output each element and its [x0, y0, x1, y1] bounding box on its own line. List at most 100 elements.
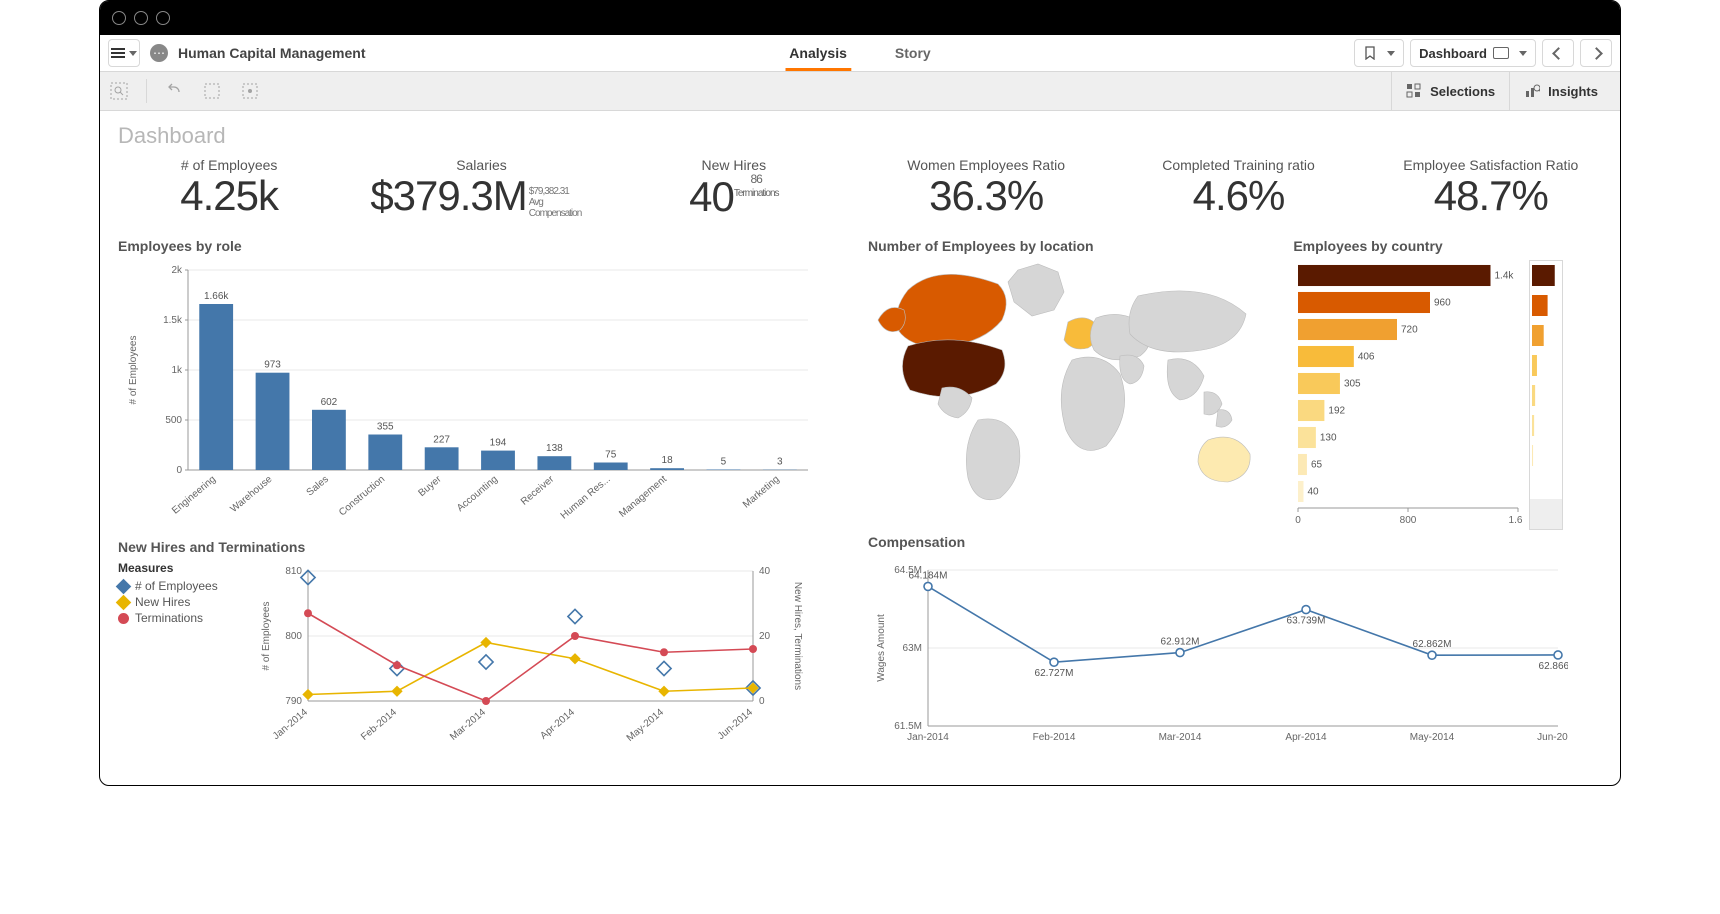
- smart-search-button[interactable]: [108, 80, 130, 102]
- kpi-women-ratio[interactable]: Women Employees Ratio 36.3%: [875, 157, 1097, 220]
- svg-text:3: 3: [777, 457, 783, 468]
- kpi-satisfaction-ratio[interactable]: Employee Satisfaction Ratio 48.7%: [1380, 157, 1602, 220]
- svg-text:40: 40: [1308, 487, 1320, 498]
- clear-one-button[interactable]: [201, 80, 223, 102]
- svg-text:194: 194: [490, 438, 507, 449]
- svg-text:1.6k: 1.6k: [1509, 515, 1523, 526]
- svg-text:1k: 1k: [171, 365, 183, 376]
- tab-story[interactable]: Story: [891, 35, 935, 71]
- app-title: Human Capital Management: [178, 45, 365, 61]
- svg-text:Jun-2014: Jun-2014: [716, 707, 755, 743]
- svg-text:305: 305: [1344, 379, 1361, 390]
- svg-text:1.5k: 1.5k: [163, 315, 183, 326]
- selections-icon: [1406, 83, 1422, 99]
- kpi-value: $379.3M: [370, 173, 526, 219]
- svg-text:Jan-2014: Jan-2014: [271, 707, 310, 743]
- svg-text:May-2014: May-2014: [625, 707, 666, 744]
- dashboard-label: Dashboard: [1419, 46, 1487, 61]
- svg-text:0: 0: [759, 696, 765, 707]
- svg-text:62.727M: 62.727M: [1035, 669, 1074, 680]
- kpi-value: 4.25k: [118, 173, 340, 219]
- svg-text:Sales: Sales: [305, 474, 331, 499]
- chart-employees-by-country: 1.4k960720406305192130654008001.6k: [1293, 260, 1523, 530]
- svg-text:602: 602: [321, 397, 338, 408]
- svg-text:New Hires, Terminations: New Hires, Terminations: [792, 582, 803, 690]
- panel-employees-by-location[interactable]: Number of Employees by location: [868, 234, 1279, 530]
- traffic-light-close[interactable]: [112, 11, 126, 25]
- svg-text:Marketing: Marketing: [741, 474, 782, 511]
- kpi-new-hires[interactable]: New Hires 4086Terminations: [623, 157, 845, 220]
- insights-label: Insights: [1548, 84, 1598, 99]
- svg-text:960: 960: [1434, 298, 1451, 309]
- svg-text:62.866M: 62.866M: [1539, 661, 1568, 672]
- svg-text:# of Employees: # of Employees: [261, 602, 272, 671]
- svg-text:64.184M: 64.184M: [909, 571, 948, 582]
- kpi-label: Salaries: [370, 157, 592, 173]
- tab-analysis[interactable]: Analysis: [785, 35, 851, 71]
- svg-text:500: 500: [165, 415, 182, 426]
- step-back-button[interactable]: [163, 80, 185, 102]
- chevron-down-icon: [1519, 51, 1527, 56]
- chart-employees-by-role: 05001k1.5k2k1.66kEngineering973Warehouse…: [118, 260, 818, 530]
- kpi-employees[interactable]: # of Employees 4.25k: [118, 157, 340, 220]
- svg-text:62.862M: 62.862M: [1413, 640, 1452, 651]
- kpi-aux-label: Avg Compensation: [529, 197, 581, 219]
- svg-text:65: 65: [1311, 460, 1323, 471]
- kpi-value: 36.3%: [875, 173, 1097, 219]
- panel-title: Employees by role: [118, 238, 848, 254]
- traffic-light-max[interactable]: [156, 11, 170, 25]
- svg-text:May-2014: May-2014: [1410, 732, 1455, 743]
- svg-text:Management: Management: [617, 474, 669, 520]
- chevron-down-icon: [129, 51, 137, 56]
- svg-text:63.739M: 63.739M: [1287, 616, 1326, 627]
- kpi-training-ratio[interactable]: Completed Training ratio 4.6%: [1127, 157, 1349, 220]
- scrollbar-thumb[interactable]: [1530, 499, 1562, 529]
- kpi-label: Employee Satisfaction Ratio: [1380, 157, 1602, 173]
- hamburger-icon: [111, 48, 125, 58]
- svg-text:355: 355: [377, 422, 394, 433]
- panel-employees-by-country[interactable]: Employees by country 1.4k960720406305192…: [1293, 234, 1598, 530]
- selections-button[interactable]: Selections: [1391, 72, 1509, 110]
- nav-prev-button[interactable]: [1542, 39, 1574, 67]
- svg-text:Wages Amount: Wages Amount: [876, 614, 887, 682]
- svg-text:18: 18: [662, 456, 674, 467]
- kpi-value: 4.6%: [1127, 173, 1349, 219]
- kpi-salaries[interactable]: Salaries $379.3M $79,382.31 Avg Compensa…: [370, 157, 592, 220]
- kpi-aux-label: Terminations: [734, 188, 779, 199]
- panel-employees-by-role[interactable]: Employees by role 05001k1.5k2k1.66kEngin…: [118, 238, 848, 535]
- legend-title: Measures: [118, 561, 243, 575]
- svg-text:138: 138: [546, 444, 563, 455]
- clear-selection-icon: [203, 82, 221, 100]
- svg-text:75: 75: [605, 450, 617, 461]
- clear-all-icon: [241, 82, 259, 100]
- circle-icon: [118, 613, 129, 624]
- kpi-label: Women Employees Ratio: [875, 157, 1097, 173]
- chevron-down-icon: [1387, 51, 1395, 56]
- dashboard-dropdown[interactable]: Dashboard: [1410, 39, 1536, 67]
- panel-title: Employees by country: [1293, 238, 1598, 254]
- svg-text:1.4k: 1.4k: [1495, 271, 1515, 282]
- menu-button[interactable]: [108, 39, 140, 67]
- kpi-aux-value: 86: [751, 172, 762, 186]
- bookmark-button[interactable]: [1354, 39, 1404, 67]
- panel-hires-terms[interactable]: New Hires and Terminations Measures # of…: [118, 539, 848, 751]
- chart-country-mini: [1530, 261, 1560, 491]
- search-selection-icon: [110, 82, 128, 100]
- insights-button[interactable]: Insights: [1509, 72, 1612, 110]
- traffic-light-min[interactable]: [134, 11, 148, 25]
- chart-world-map: [868, 260, 1258, 510]
- panel-title: Compensation: [868, 534, 1598, 550]
- diamond-icon: [116, 579, 132, 595]
- window-titlebar: [100, 1, 1620, 35]
- nav-next-button[interactable]: [1580, 39, 1612, 67]
- insights-icon: [1524, 83, 1540, 99]
- clear-all-button[interactable]: [239, 80, 261, 102]
- bookmark-icon: [1363, 46, 1377, 60]
- svg-text:192: 192: [1329, 406, 1346, 417]
- svg-text:130: 130: [1320, 433, 1337, 444]
- svg-text:Buyer: Buyer: [416, 474, 444, 500]
- panel-compensation[interactable]: Compensation 61.5M63M64.5M64.184MJan-201…: [868, 534, 1598, 761]
- svg-text:Jun-2014: Jun-2014: [1537, 732, 1568, 743]
- country-mini-scrollbar[interactable]: [1529, 260, 1563, 530]
- svg-text:5: 5: [721, 457, 727, 468]
